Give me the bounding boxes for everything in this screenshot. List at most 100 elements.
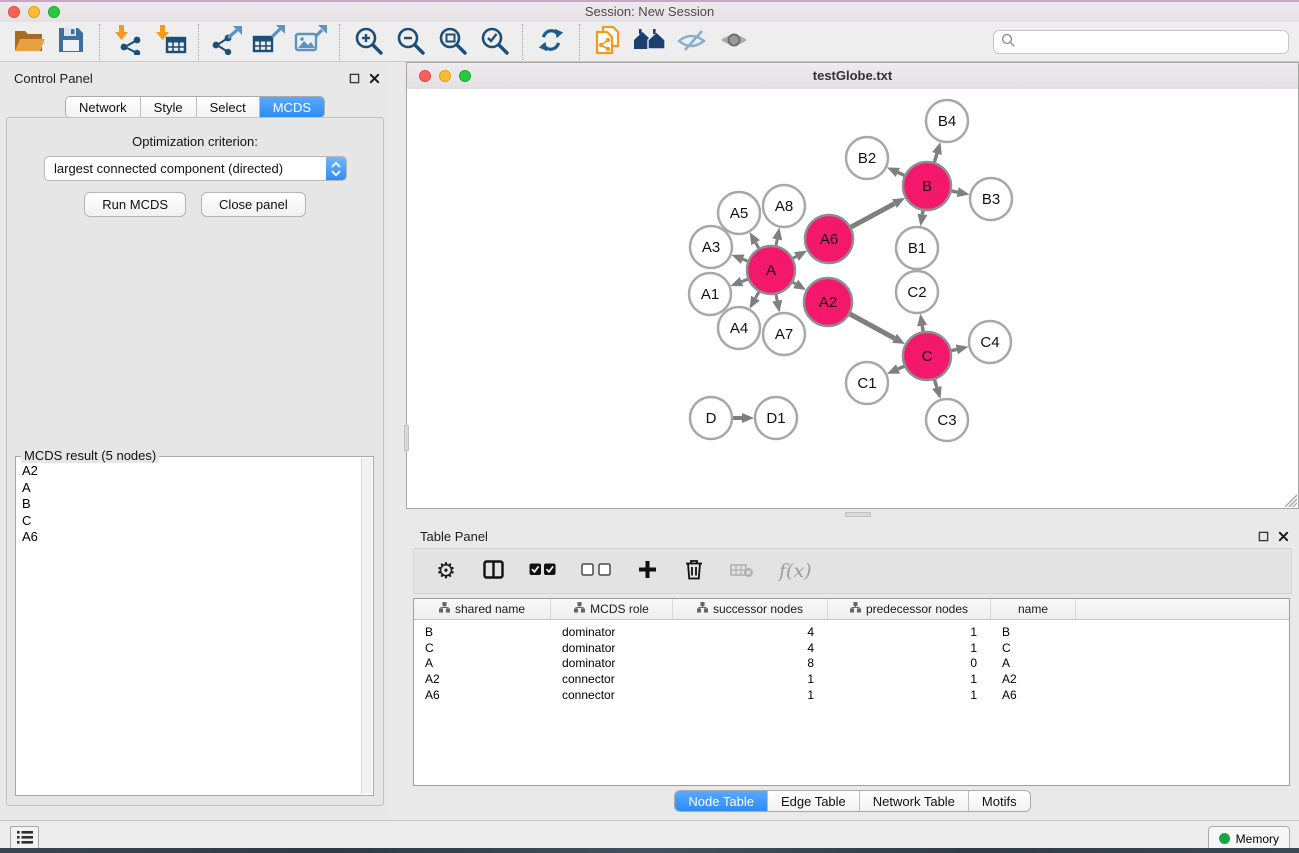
run-mcds-button[interactable]: Run MCDS [84, 192, 186, 217]
import-network-button[interactable] [107, 25, 149, 59]
float-panel-icon[interactable] [348, 72, 361, 85]
unselect-all-button[interactable] [581, 563, 611, 579]
export-table-button[interactable] [248, 25, 290, 59]
graph-node-C3[interactable]: C3 [926, 399, 968, 441]
graph-edge-A-A5[interactable] [756, 243, 759, 249]
table-row[interactable]: Adominator80A [414, 656, 1289, 672]
table-row[interactable]: Bdominator41B [414, 624, 1289, 640]
graph-edge-A-A8[interactable] [776, 239, 777, 245]
mcds-result-item[interactable]: B [18, 496, 361, 513]
export-network-button[interactable] [206, 25, 248, 59]
hide-selection-button[interactable] [671, 25, 713, 59]
graph-edge-B-B3[interactable] [952, 191, 958, 192]
column-header-successor-nodes[interactable]: successor nodes [673, 599, 828, 619]
import-table-button[interactable] [149, 25, 191, 59]
table-row[interactable]: Cdominator41C [414, 640, 1289, 656]
table-row[interactable]: A2connector11A2 [414, 671, 1289, 687]
network-canvas[interactable]: B4 B2 B B3 A5A8A6 B1 A3 A A1 A2 C2 A4A7 C4 C C1 C3 D D1 [407, 89, 1298, 508]
splitter-handle[interactable] [404, 425, 409, 451]
splitter-handle[interactable] [845, 512, 871, 517]
tab-network-table[interactable]: Network Table [860, 791, 969, 811]
tab-select[interactable]: Select [197, 97, 260, 117]
graph-node-A2[interactable]: A2 [804, 278, 852, 326]
graph-node-C4[interactable]: C4 [969, 321, 1011, 363]
tab-node-table[interactable]: Node Table [675, 791, 768, 811]
graph-edge-A-A2[interactable] [793, 282, 796, 284]
first-neighbors-button[interactable] [629, 25, 671, 59]
graph-node-C2[interactable]: C2 [896, 271, 938, 313]
graph-node-C[interactable]: C [903, 332, 951, 380]
graph-edge-A2-C[interactable] [850, 314, 895, 338]
graph-node-A1[interactable]: A1 [689, 273, 731, 315]
graph-node-A4[interactable]: A4 [718, 307, 760, 349]
graph-node-A6[interactable]: A6 [805, 215, 853, 263]
zoom-fit-button[interactable] [431, 25, 473, 59]
show-column-button[interactable] [482, 560, 504, 582]
mcds-result-item[interactable]: A2 [18, 463, 361, 480]
open-session-button[interactable] [8, 25, 50, 59]
graph-edge-C-C3[interactable] [935, 380, 937, 388]
network-graph[interactable]: B4 B2 B B3 A5A8A6 B1 A3 A A1 A2 C2 A4A7 C4 C C1 C3 D D1 [407, 89, 1298, 508]
zoom-selected-button[interactable] [473, 25, 515, 59]
mcds-result-item[interactable]: C [18, 513, 361, 530]
graph-node-B[interactable]: B [903, 162, 951, 210]
graph-edge-A-A4[interactable] [755, 292, 759, 298]
close-panel-icon[interactable] [1277, 530, 1290, 543]
mcds-result-item[interactable]: A [18, 480, 361, 497]
add-column-button[interactable] [636, 560, 658, 582]
close-panel-button[interactable]: Close panel [201, 192, 306, 217]
graph-node-B1[interactable]: B1 [896, 227, 938, 269]
search-field[interactable] [993, 30, 1289, 54]
column-header-name[interactable]: name [991, 599, 1076, 619]
graph-node-A[interactable]: A [747, 246, 795, 294]
graph-node-B3[interactable]: B3 [970, 178, 1012, 220]
table-row[interactable]: A6connector11A6 [414, 687, 1289, 703]
export-image-button[interactable] [290, 25, 332, 59]
result-scrollbar[interactable] [361, 458, 372, 794]
tab-style[interactable]: Style [141, 97, 197, 117]
graph-edge-A-A1[interactable] [742, 279, 748, 281]
column-header-mcds-role[interactable]: MCDS role [551, 599, 673, 619]
mcds-result-item[interactable]: A6 [18, 529, 361, 546]
graph-node-A7[interactable]: A7 [763, 313, 805, 355]
column-header-predecessor-nodes[interactable]: predecessor nodes [828, 599, 991, 619]
graph-edge-A-A6[interactable] [793, 256, 796, 258]
tab-edge-table[interactable]: Edge Table [768, 791, 860, 811]
graph-edge-C-C2[interactable] [922, 326, 923, 332]
select-all-button[interactable] [529, 563, 556, 579]
graph-edge-B-B2[interactable] [898, 172, 905, 175]
graph-node-A5[interactable]: A5 [718, 192, 760, 234]
graph-edge-C-C4[interactable] [951, 349, 956, 350]
graph-edge-B-B1[interactable] [922, 211, 923, 215]
graph-node-B2[interactable]: B2 [846, 137, 888, 179]
graph-edge-A-A7[interactable] [776, 295, 777, 301]
resize-grip-icon[interactable] [1282, 492, 1297, 507]
close-panel-icon[interactable] [368, 72, 381, 85]
mcds-result-list[interactable]: A2ABCA6 [18, 463, 361, 793]
graph-node-B4[interactable]: B4 [926, 100, 968, 142]
float-panel-icon[interactable] [1257, 530, 1270, 543]
tab-mcds[interactable]: MCDS [260, 97, 324, 117]
graph-edge-B-B4[interactable] [934, 154, 937, 163]
delete-column-button[interactable] [683, 559, 705, 583]
save-session-button[interactable] [50, 25, 92, 59]
table-settings-button[interactable]: ⚙ [435, 560, 457, 582]
column-header-shared-name[interactable]: shared name [414, 599, 551, 619]
graph-node-A8[interactable]: A8 [763, 185, 805, 227]
graph-node-D1[interactable]: D1 [755, 397, 797, 439]
graph-edge-A6-B[interactable] [851, 204, 895, 228]
zoom-in-button[interactable] [347, 25, 389, 59]
graph-node-C1[interactable]: C1 [846, 362, 888, 404]
zoom-out-button[interactable] [389, 25, 431, 59]
apply-layout-button[interactable] [530, 25, 572, 59]
graph-edge-A-A3[interactable] [743, 259, 748, 261]
graph-node-A3[interactable]: A3 [690, 226, 732, 268]
criterion-dropdown[interactable]: largest connected component (directed) [44, 156, 347, 181]
graph-node-D[interactable]: D [690, 397, 732, 439]
new-network-from-selection-button[interactable] [587, 25, 629, 59]
search-input[interactable] [1020, 33, 1281, 50]
tab-motifs[interactable]: Motifs [969, 791, 1030, 811]
graph-edge-C-C1[interactable] [898, 366, 904, 369]
tab-network[interactable]: Network [66, 97, 141, 117]
show-all-button[interactable] [713, 25, 755, 59]
